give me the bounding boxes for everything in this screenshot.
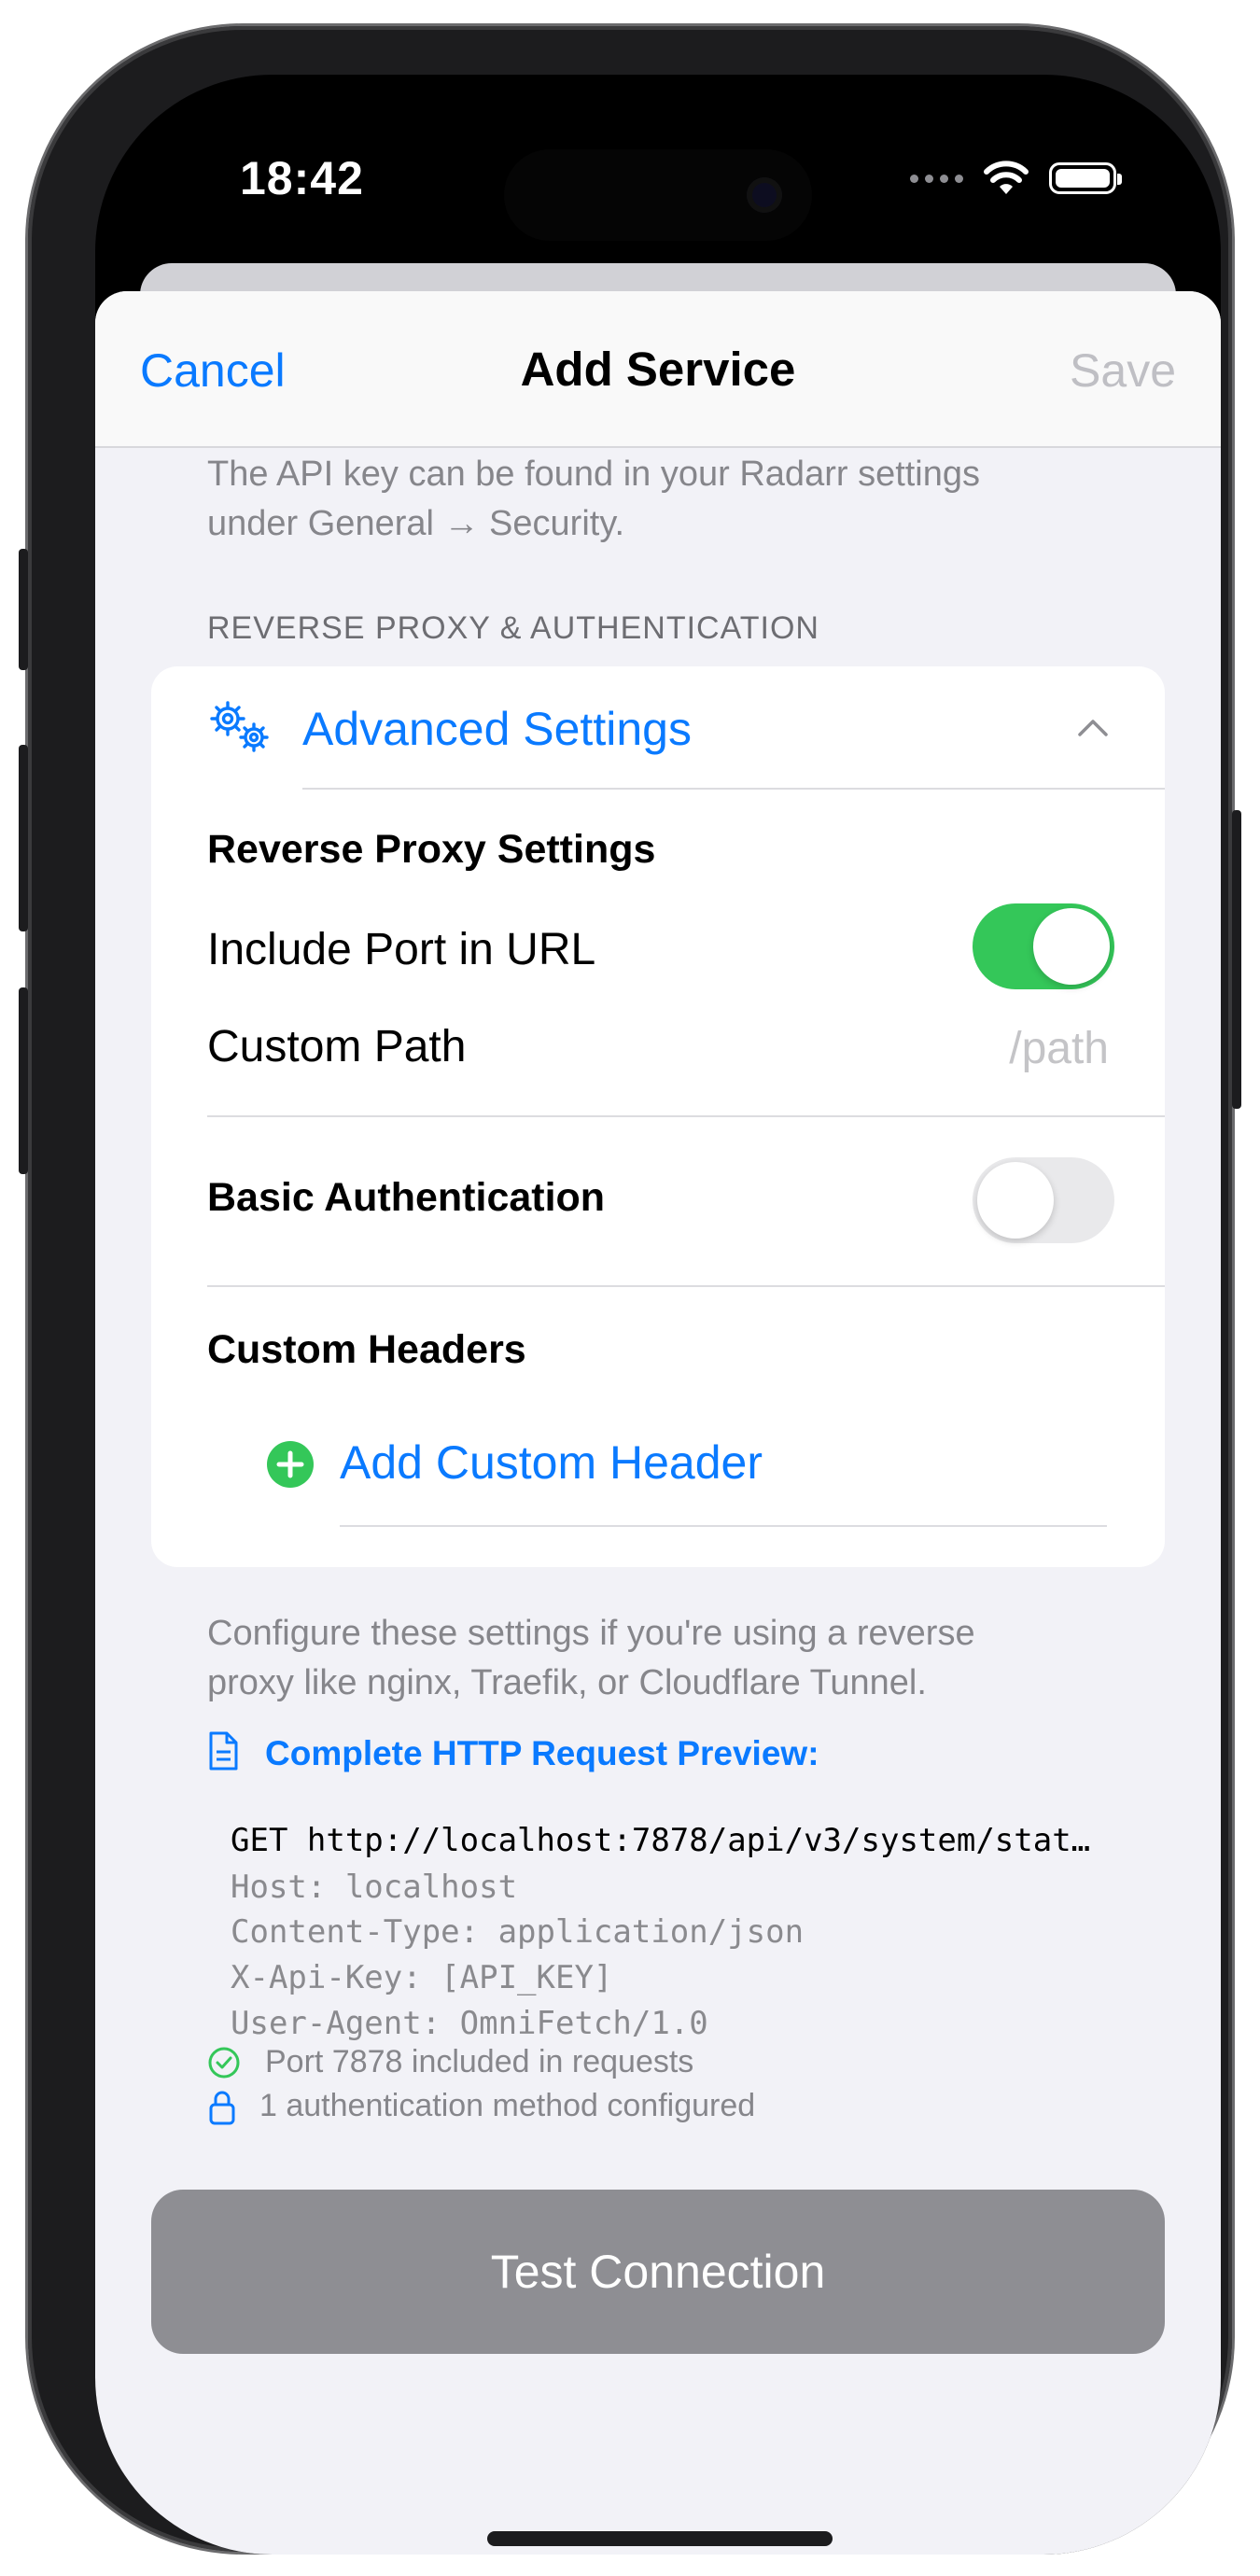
include-port-label: Include Port in URL: [207, 925, 596, 974]
reverse-proxy-note: Configure these settings if you're using…: [207, 1609, 1066, 1708]
preview-line: GET http://localhost:7878/api/v3/system/…: [231, 1822, 1091, 1859]
status-bar: 18:42: [95, 75, 1221, 261]
custom-path-input[interactable]: /path: [1009, 1023, 1109, 1074]
home-indicator[interactable]: [487, 2531, 833, 2546]
divider: [207, 1285, 1165, 1287]
camera-icon: [747, 177, 782, 213]
toggle-knob: [1033, 908, 1110, 985]
status-icons: [910, 161, 1122, 196]
advanced-settings-card: Advanced Settings Reverse Proxy Settings…: [151, 666, 1165, 1567]
divider: [302, 788, 1165, 790]
plus-circle-icon[interactable]: [267, 1441, 314, 1488]
api-key-note: The API key can be found in your Radarr …: [207, 450, 1066, 549]
preview-line: User-Agent: OmniFetch/1.0: [231, 2005, 708, 2042]
wifi-icon: [984, 161, 1029, 194]
dynamic-island: [504, 149, 812, 241]
preview-line: X-Api-Key: [API_KEY]: [231, 1959, 613, 1996]
cellular-signal-icon: [910, 174, 963, 183]
port-info-text: Port 7878 included in requests: [265, 2044, 694, 2079]
preview-line: Content-Type: application/json: [231, 1913, 805, 1951]
divider: [340, 1525, 1107, 1527]
api-key-note-line2: under General → Security.: [207, 504, 625, 543]
power-button: [1232, 810, 1241, 1109]
custom-path-label: Custom Path: [207, 1022, 467, 1071]
advanced-settings-label: Advanced Settings: [302, 703, 692, 755]
battery-icon: [1049, 162, 1122, 194]
action-button: [19, 549, 28, 670]
include-port-toggle[interactable]: [973, 903, 1114, 989]
save-button[interactable]: Save: [1070, 343, 1176, 398]
checkmark-circle-icon: [208, 2047, 240, 2079]
document-icon: [209, 1731, 238, 1771]
reverse-proxy-heading: Reverse Proxy Settings: [207, 827, 656, 872]
add-custom-header-button[interactable]: Add Custom Header: [340, 1435, 763, 1490]
custom-headers-heading: Custom Headers: [207, 1327, 526, 1372]
phone-frame: 18:42 Cancel Add Service Save The API ke…: [19, 26, 1241, 2555]
status-time: 18:42: [240, 152, 364, 204]
add-service-sheet: Cancel Add Service Save The API key can …: [95, 291, 1221, 2555]
api-key-note-line1: The API key can be found in your Radarr …: [207, 455, 981, 494]
reverse-proxy-note-line1: Configure these settings if you're using…: [207, 1614, 975, 1653]
divider: [207, 1115, 1165, 1117]
gear-icon: [210, 701, 269, 752]
page-title: Add Service: [520, 343, 796, 396]
basic-auth-toggle[interactable]: [973, 1157, 1114, 1243]
section-header: REVERSE PROXY & AUTHENTICATION: [207, 610, 819, 646]
preview-line: Host: localhost: [231, 1869, 518, 1906]
reverse-proxy-note-line2: proxy like nginx, Traefik, or Cloudflare…: [207, 1663, 927, 1702]
lock-icon: [209, 2091, 235, 2125]
test-connection-button[interactable]: Test Connection: [151, 2190, 1165, 2354]
chevron-up-icon: [1078, 720, 1108, 736]
basic-auth-label: Basic Authentication: [207, 1175, 606, 1220]
volume-up-button: [19, 745, 28, 931]
request-preview-title: Complete HTTP Request Preview:: [265, 1734, 819, 1772]
volume-down-button: [19, 987, 28, 1174]
advanced-settings-disclosure[interactable]: Advanced Settings: [151, 666, 1165, 790]
screen: 18:42 Cancel Add Service Save The API ke…: [95, 75, 1221, 2555]
toggle-knob: [977, 1162, 1054, 1239]
auth-info-text: 1 authentication method configured: [259, 2088, 756, 2123]
navigation-bar: Cancel Add Service Save: [95, 291, 1221, 448]
